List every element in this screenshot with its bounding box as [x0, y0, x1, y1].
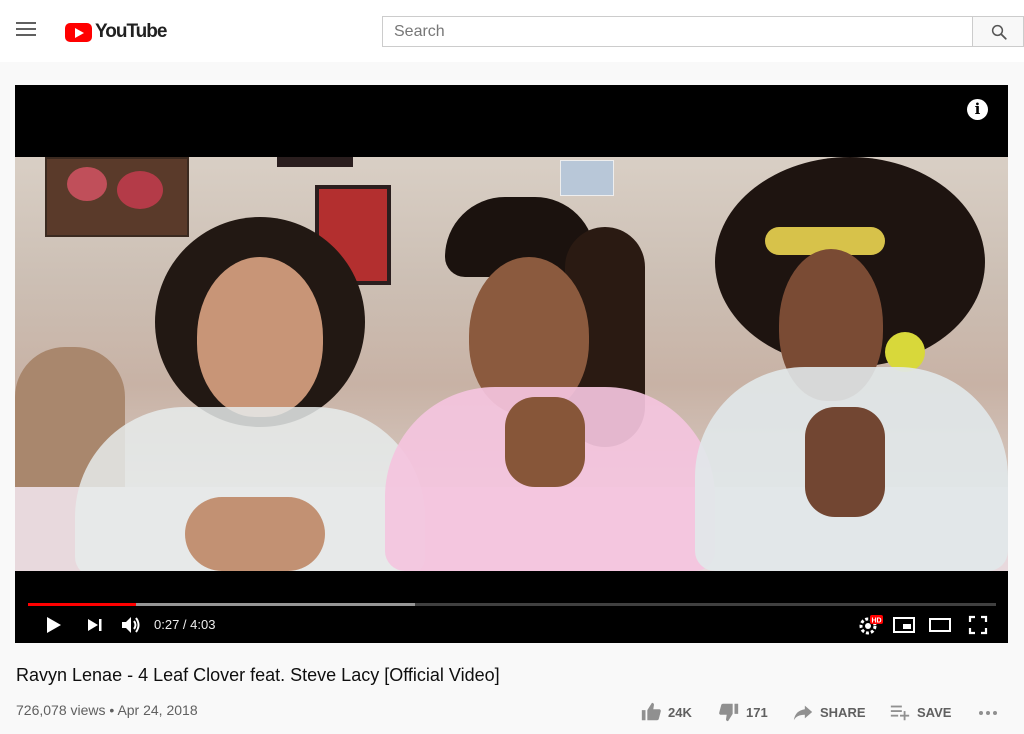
like-count: 24K: [668, 704, 692, 720]
video-frame[interactable]: [15, 157, 1008, 571]
fullscreen-icon[interactable]: [966, 613, 990, 637]
save-label: SAVE: [917, 704, 952, 720]
video-player[interactable]: i 0:27 / 4:03 HD: [15, 85, 1008, 643]
progress-bar[interactable]: [28, 603, 996, 606]
hd-badge: HD: [871, 618, 881, 625]
play-icon[interactable]: [41, 613, 65, 637]
miniplayer-icon[interactable]: [892, 613, 916, 637]
search-icon: [991, 24, 1007, 40]
time-display: 0:27 / 4:03: [154, 617, 216, 632]
wall-photo: [560, 160, 614, 196]
like-button[interactable]: 24K: [640, 700, 692, 724]
volume-icon[interactable]: [119, 613, 143, 637]
next-icon[interactable]: [83, 613, 107, 637]
share-button[interactable]: SHARE: [792, 700, 866, 724]
share-label: SHARE: [820, 704, 866, 720]
theater-icon[interactable]: [928, 613, 952, 637]
save-button[interactable]: SAVE: [889, 700, 951, 724]
share-icon: [793, 705, 813, 721]
person-middle: [385, 197, 715, 571]
logo-text: YouTube: [95, 21, 167, 42]
search-input[interactable]: [383, 17, 972, 46]
youtube-logo-icon: [65, 22, 92, 42]
youtube-logo[interactable]: YouTube: [65, 20, 167, 44]
search-field: [382, 16, 972, 47]
person-right: [695, 157, 1008, 571]
dislike-button[interactable]: 171: [718, 700, 768, 724]
settings-icon[interactable]: HD: [857, 613, 883, 637]
info-icon[interactable]: i: [967, 99, 988, 120]
wall-frame-small: [277, 157, 353, 167]
action-bar: 24K 171 SHARE SAVE: [0, 700, 1024, 724]
thumbs-down-icon: [719, 703, 739, 722]
dislike-count: 171: [746, 704, 768, 720]
thumbs-up-icon: [641, 702, 661, 721]
more-icon: [979, 711, 997, 715]
person-left: [55, 217, 425, 571]
played-bar: [28, 603, 136, 606]
search-button[interactable]: [972, 16, 1024, 47]
video-title: Ravyn Lenae - 4 Leaf Clover feat. Steve …: [16, 665, 500, 685]
playlist-add-icon: [890, 705, 910, 721]
menu-icon[interactable]: [16, 22, 38, 38]
masthead: YouTube: [0, 0, 1024, 62]
more-actions-button[interactable]: [976, 700, 1006, 724]
